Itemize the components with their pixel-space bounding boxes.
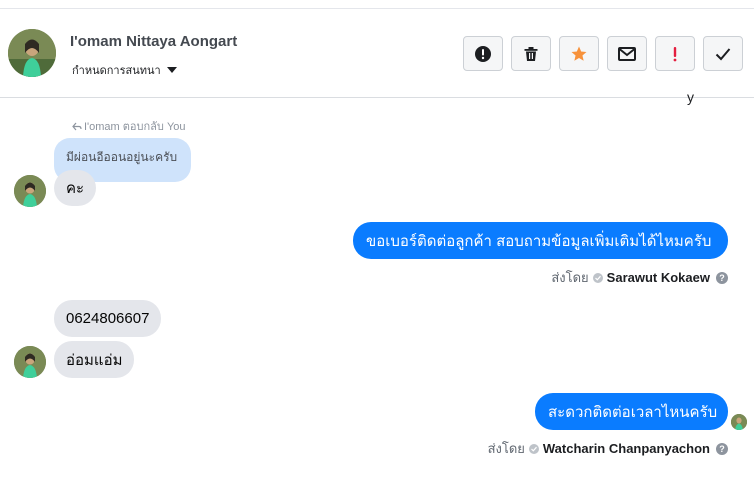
follow-up-button[interactable] [655, 36, 695, 71]
contact-avatar-small[interactable] [14, 175, 46, 207]
incoming-message[interactable]: 0624806607 [54, 300, 162, 337]
verified-icon [528, 443, 539, 454]
outgoing-message[interactable]: ขอเบอร์ติดต่อลูกค้า สอบถามข้อมูลเพิ่มเติ… [353, 222, 728, 259]
reply-indicator: I'omam ตอบกลับ You [72, 117, 186, 135]
sent-by-info: ส่งโดย Watcharin Chanpanyachon ? [488, 438, 728, 459]
mark-unread-button[interactable] [607, 36, 647, 71]
sent-by-agent: Sarawut Kokaew [606, 270, 710, 285]
incoming-message[interactable]: อ่อมแอ่ม [54, 341, 135, 378]
help-icon[interactable]: ? [716, 442, 728, 455]
contact-name[interactable]: I'omam Nittaya Aongart [70, 33, 237, 50]
conversation-header: I'omam Nittaya Aongart กำหนดการสนทนา [0, 9, 754, 98]
exclamation-circle-icon [475, 45, 491, 62]
assign-conversation-dropdown[interactable]: กำหนดการสนทนา [72, 61, 177, 79]
help-icon[interactable]: ? [716, 271, 728, 284]
spam-button[interactable] [463, 36, 503, 71]
envelope-icon [618, 46, 636, 61]
delete-button[interactable] [511, 36, 551, 71]
partial-message-text: y [687, 89, 694, 105]
mark-done-button[interactable] [703, 36, 743, 71]
sent-by-info: ส่งโดย Sarawut Kokaew ? [551, 267, 728, 288]
assign-label: กำหนดการสนทนา [72, 65, 161, 77]
outgoing-message[interactable]: สะดวกติดต่อเวลาไหนครับ [535, 393, 728, 430]
seen-receipt-avatar [731, 414, 747, 430]
message-thread: y I'omam ตอบกลับ You มีผ่อนอีออนอยู่นะคร… [0, 89, 754, 484]
incoming-message[interactable]: คะ [54, 170, 97, 206]
sent-by-label: ส่งโดย [487, 441, 525, 456]
reply-arrow-icon [72, 122, 82, 130]
reply-indicator-text: I'omam ตอบกลับ You [84, 121, 186, 133]
sent-by-label: ส่งโดย [551, 270, 589, 285]
exclamation-icon [673, 46, 677, 61]
contact-avatar[interactable] [8, 29, 56, 77]
verified-icon [592, 272, 603, 283]
star-icon [571, 46, 587, 61]
conversation-actions [463, 36, 743, 71]
sent-by-agent: Watcharin Chanpanyachon [542, 441, 710, 456]
star-button[interactable] [559, 36, 599, 71]
contact-avatar-small[interactable] [14, 346, 46, 378]
trash-icon [524, 46, 538, 61]
checkmark-icon [715, 47, 731, 60]
caret-down-icon [166, 67, 177, 73]
